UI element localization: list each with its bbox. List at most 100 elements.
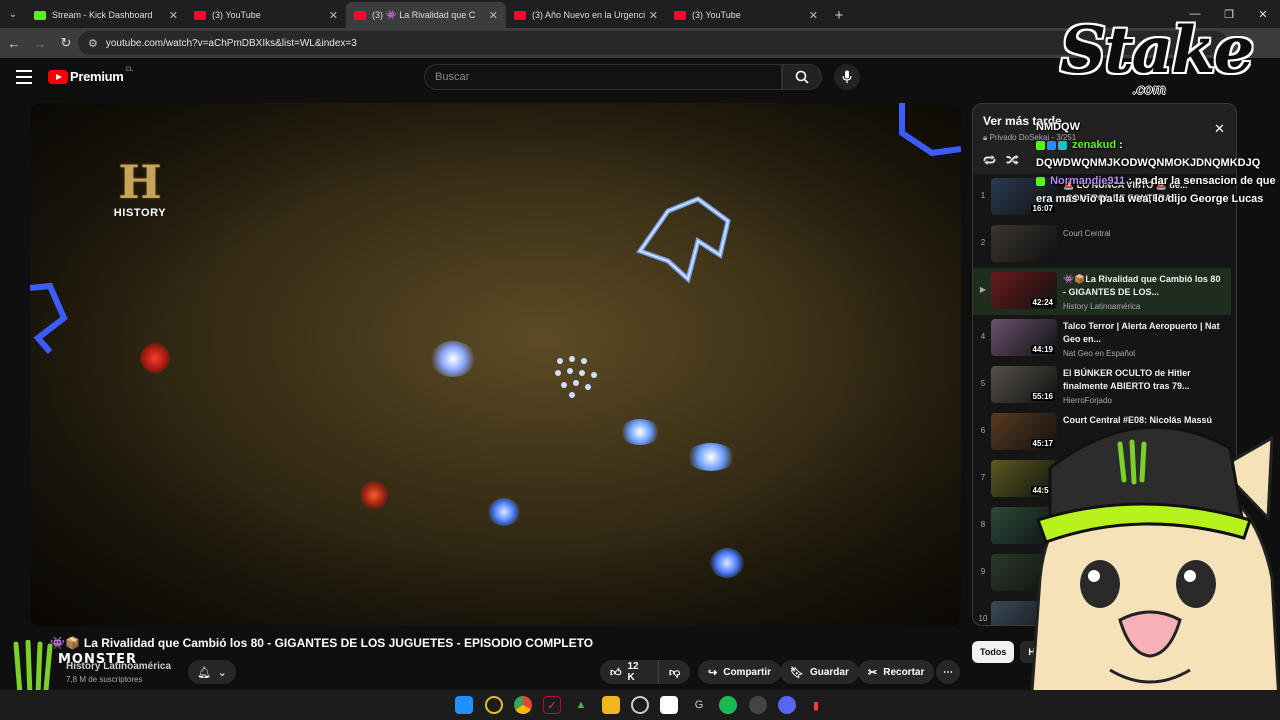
playlist-item[interactable]: 4 44:19 Talco Terror | Alerta Aeropuerto |… (973, 315, 1231, 362)
history-logo-text: HISTORY (113, 207, 167, 219)
microphone-icon (842, 70, 852, 83)
shuffle-icon[interactable]: 🔀︎ (1006, 151, 1019, 170)
voice-search-button[interactable] (834, 64, 860, 90)
tab-close-icon[interactable]: ✕ (489, 9, 498, 22)
clip-button[interactable]: ✂ Recortar (858, 660, 935, 684)
playlist-item-thumbnail[interactable]: 44:19 (991, 319, 1057, 356)
playlist-item-thumbnail[interactable] (991, 225, 1057, 262)
logo-text: Premium (70, 69, 124, 84)
playlist-item-index: ▶ (979, 285, 987, 294)
search-icon (795, 70, 809, 84)
save-button[interactable]: 🔖︎ Guardar (780, 660, 859, 684)
youtube-music-icon[interactable]: ▮ (807, 696, 825, 714)
like-count: 12 K (627, 661, 639, 683)
ship-sprite (710, 548, 744, 578)
game-icon[interactable]: G (690, 696, 708, 714)
playlist-item-channel: History Latinoamérica (1063, 302, 1141, 311)
chat-username: zenakud (1072, 139, 1117, 151)
thumbs-up-icon: 👍︎ (610, 666, 622, 679)
playlist-item-index: 5 (980, 379, 986, 388)
left-sprite-icon (30, 282, 68, 354)
back-icon[interactable]: ← (2, 31, 26, 55)
video-player[interactable]: H HISTORY (30, 103, 961, 626)
arrow-sprite-icon (636, 196, 731, 284)
playlist-item[interactable]: 2 Court Central (973, 221, 1231, 268)
reload-icon[interactable]: ↻ (54, 31, 78, 55)
new-tab-button[interactable]: + (826, 2, 852, 28)
tab-list: Stream - Kick Dashboard ✕ (3) YouTube ✕ (3) … (26, 2, 826, 28)
spotify-icon[interactable] (719, 696, 737, 714)
search-input[interactable] (435, 71, 765, 83)
omnibox[interactable]: ⚙ youtube.com/watch?v=aChPmDBXIks&list=W… (78, 31, 1228, 55)
playlist-item-title: 👾📦La Rivalidad que Cambió los 80 - GIGAN… (1063, 274, 1221, 297)
browser-tab[interactable]: (3) YouTube ✕ (186, 2, 346, 28)
tab-title: (3) YouTube (692, 10, 741, 20)
search-button[interactable] (782, 64, 822, 90)
capcut-icon[interactable] (660, 696, 678, 714)
youtube-icon (514, 10, 526, 20)
history-logo-letter: H (118, 155, 162, 209)
file-explorer-icon[interactable] (602, 696, 620, 714)
more-actions-button[interactable]: ⋯ (936, 660, 960, 684)
youtube-icon (354, 10, 366, 20)
bookmark-icon: 🔖︎ (790, 666, 804, 679)
windows-taskbar: ✓ ▲ G ▮ (0, 690, 1280, 720)
history-channel-logo: H HISTORY (110, 157, 170, 219)
site-info-icon[interactable]: ⚙ (88, 37, 98, 50)
playlist-item-index: 2 (980, 238, 986, 247)
overwolf-icon[interactable] (485, 696, 503, 714)
tab-close-icon[interactable]: ✕ (809, 9, 818, 22)
browser-tab[interactable]: (3) 👾 La Rivalidad que C ✕ (346, 2, 506, 28)
discord-icon[interactable] (778, 696, 796, 714)
more-icon: ⋯ (943, 666, 953, 678)
playlist-item-channel: HierroForjado (1063, 396, 1112, 405)
app-icon[interactable]: ▲ (572, 696, 590, 714)
video-title-text: La Rivalidad que Cambió los 80 - GIGANTE… (83, 636, 594, 650)
playlist-item-index: 9 (980, 567, 986, 576)
menu-icon[interactable] (16, 70, 32, 84)
stake-logo-text: Stake (1060, 13, 1254, 88)
tab-search-icon[interactable]: ⌄ (0, 0, 26, 28)
steam-icon[interactable] (749, 696, 767, 714)
playlist-item-duration: 44:19 (1030, 345, 1055, 354)
share-button[interactable]: ↪ Compartir (698, 660, 782, 684)
ship-sprite (430, 341, 476, 377)
close-icon[interactable]: ✕ (1214, 121, 1225, 137)
channel-name[interactable]: History Latinoamérica (66, 661, 171, 672)
playlist-item-index: 7 (980, 473, 986, 482)
playlist-item[interactable]: ▶ 42:24 👾📦La Rivalidad que Cambió los 80 -… (973, 268, 1231, 315)
dislike-button[interactable]: 👎︎ (658, 660, 690, 684)
bell-icon: 🔔︎ (197, 666, 212, 679)
playlist-item[interactable]: 5 55:16 El BÚNKER OCULTO de Hitler finalme… (973, 362, 1231, 409)
tab-close-icon[interactable]: ✕ (649, 9, 658, 22)
playlist-item-index: 10 (978, 614, 988, 623)
sub-badge-icon (1047, 140, 1056, 150)
playlist-item-duration: 42:24 (1030, 298, 1055, 307)
playlist-item-thumbnail[interactable]: 55:16 (991, 366, 1057, 403)
share-icon: ↪ (708, 666, 718, 679)
forward-icon[interactable]: → (28, 31, 52, 55)
playlist-item-index: 8 (980, 520, 986, 529)
tab-title: Stream - Kick Dashboard (52, 10, 153, 20)
like-button[interactable]: 👍︎ 12 K (600, 660, 658, 684)
youtube-icon (194, 10, 206, 20)
scissors-icon: ✂ (868, 666, 878, 679)
browser-tab[interactable]: Stream - Kick Dashboard ✕ (26, 2, 186, 28)
loop-icon[interactable]: 🔁︎ (983, 151, 996, 170)
playlist-item-index: 1 (980, 191, 986, 200)
browser-tab[interactable]: (3) YouTube ✕ (666, 2, 826, 28)
windows-start-icon[interactable] (455, 696, 473, 714)
vivaldi-icon[interactable]: ✓ (543, 696, 561, 714)
youtube-logo[interactable]: Premium CL (48, 67, 133, 84)
stake-logo: Stake .com (1060, 13, 1254, 99)
tab-close-icon[interactable]: ✕ (329, 9, 338, 22)
subscription-bell-button[interactable]: 🔔︎ ⌄ (188, 660, 236, 684)
chip-all[interactable]: Todos (972, 641, 1015, 663)
tab-close-icon[interactable]: ✕ (169, 9, 178, 22)
playlist-item-meta: Talco Terror | Alerta Aeropuerto | Nat G… (1063, 315, 1223, 358)
chrome-icon[interactable] (514, 696, 532, 714)
lock-icon: 🔒︎ (983, 133, 988, 142)
browser-tab[interactable]: (3) Año Nuevo en la Urgencia - ✕ (506, 2, 666, 28)
obs-icon[interactable] (631, 696, 649, 714)
playlist-item-thumbnail[interactable]: 42:24 (991, 272, 1057, 309)
